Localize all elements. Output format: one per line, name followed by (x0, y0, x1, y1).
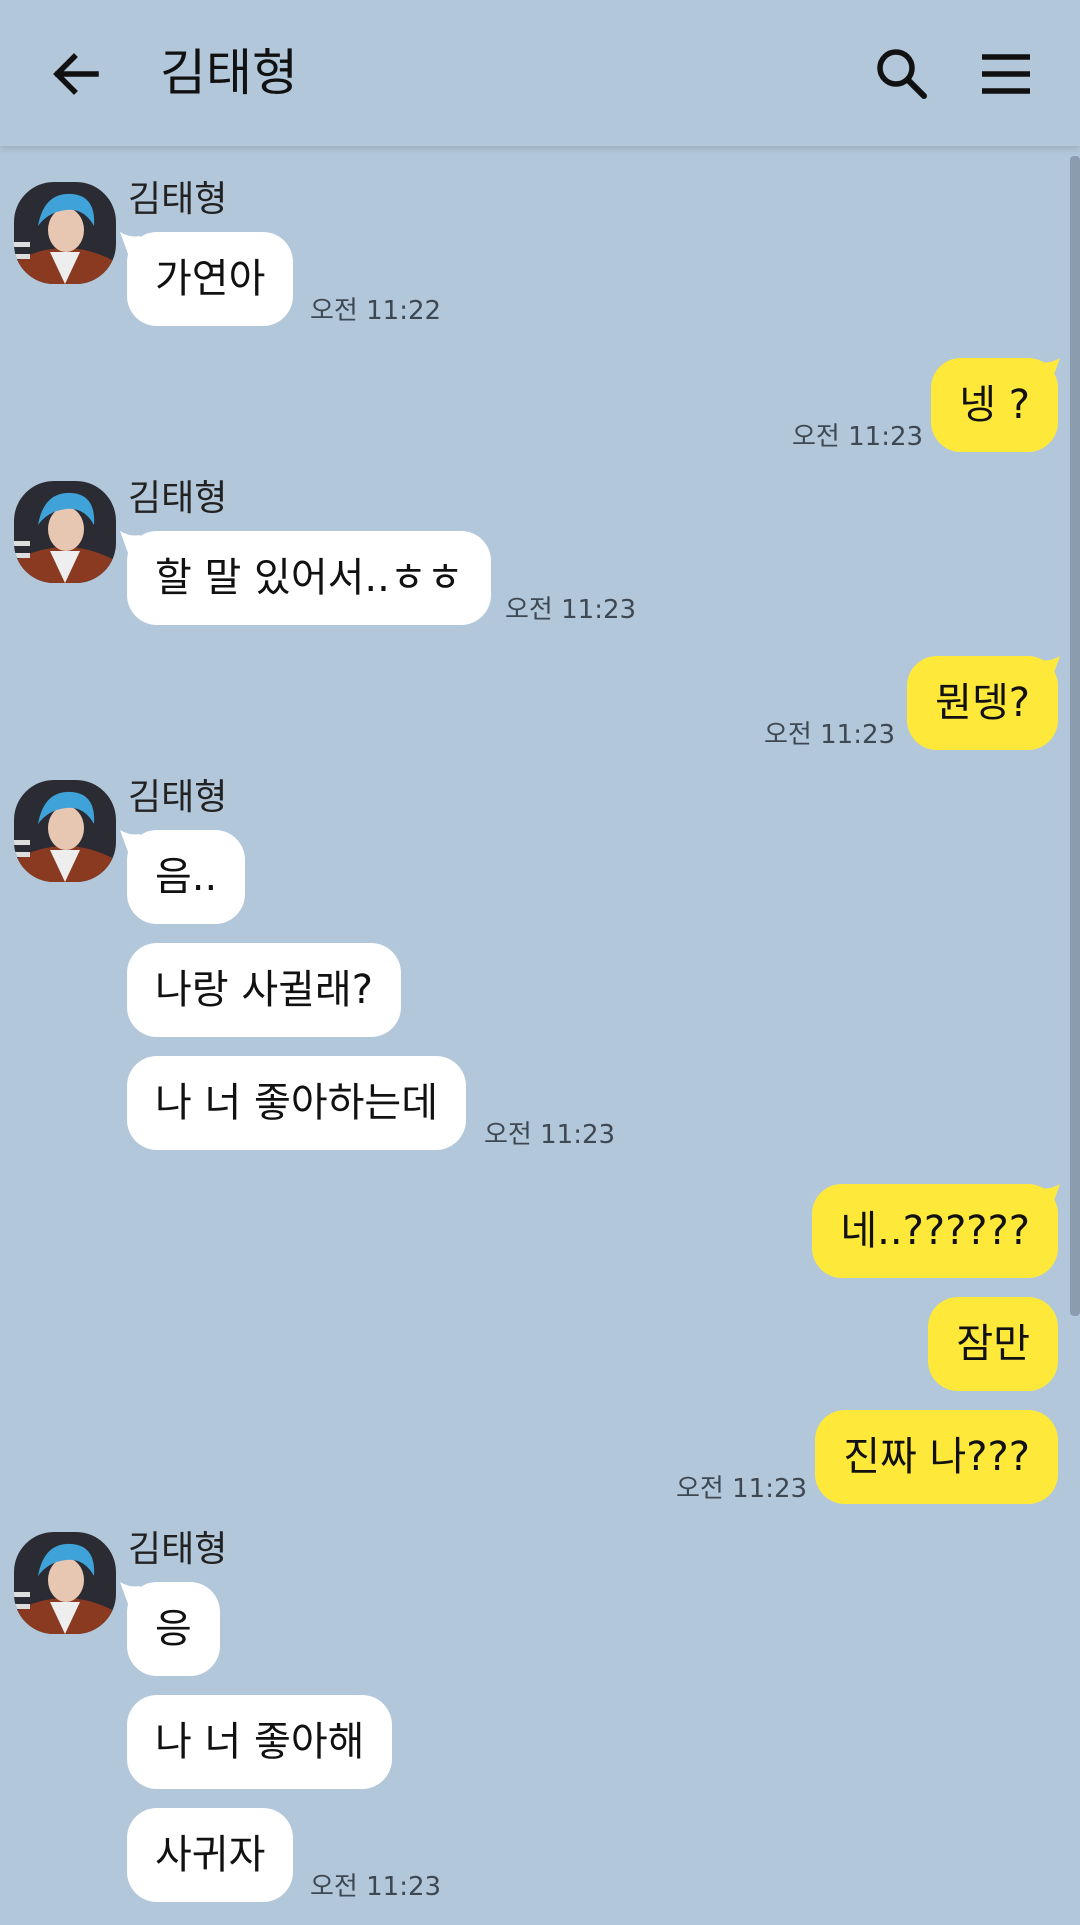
sender-name: 김태형 (128, 478, 228, 519)
message-time: 오전 11:23 (310, 1872, 442, 1902)
message-time: 오전 11:23 (792, 422, 924, 452)
message-bubble[interactable]: 네..?????? (812, 1184, 1058, 1278)
sender-name: 김태형 (128, 777, 228, 818)
search-icon[interactable] (872, 44, 932, 104)
message-bubble[interactable]: 응 (127, 1582, 220, 1676)
message-bubble[interactable]: 음.. (127, 830, 246, 924)
message-bubble[interactable]: 나 너 좋아하는데 (127, 1056, 467, 1150)
message-time: 오전 11:22 (310, 296, 442, 326)
avatar[interactable] (14, 182, 116, 284)
message-bubble[interactable]: 사귀자 (127, 1808, 294, 1902)
message-bubble[interactable]: 진짜 나??? (815, 1410, 1058, 1504)
message-bubble[interactable]: 잠만 (928, 1297, 1058, 1391)
hamburger-menu-icon[interactable] (976, 44, 1036, 104)
sender-name: 김태형 (128, 179, 228, 220)
arrow-left-icon[interactable] (48, 44, 108, 104)
message-time: 오전 11:23 (676, 1474, 808, 1504)
message-bubble[interactable]: 넹 ? (931, 358, 1058, 452)
message-bubble[interactable]: 가연아 (127, 232, 294, 326)
scrollbar[interactable] (1070, 156, 1080, 1316)
message-time: 오전 11:23 (484, 1120, 616, 1150)
sender-name: 김태형 (128, 1529, 228, 1570)
message-time: 오전 11:23 (764, 720, 896, 750)
message-bubble[interactable]: 나 너 좋아해 (127, 1695, 393, 1789)
chat-title: 김태형 (160, 44, 298, 102)
message-bubble[interactable]: 할 말 있어서..ㅎㅎ (127, 531, 492, 625)
message-time: 오전 11:23 (505, 595, 637, 625)
avatar[interactable] (14, 780, 116, 882)
chat-header: 김태형 (0, 0, 1080, 146)
message-bubble[interactable]: 나랑 사귈래? (127, 943, 401, 1037)
message-bubble[interactable]: 뭔뎅? (907, 656, 1058, 750)
avatar[interactable] (14, 481, 116, 583)
avatar[interactable] (14, 1532, 116, 1634)
